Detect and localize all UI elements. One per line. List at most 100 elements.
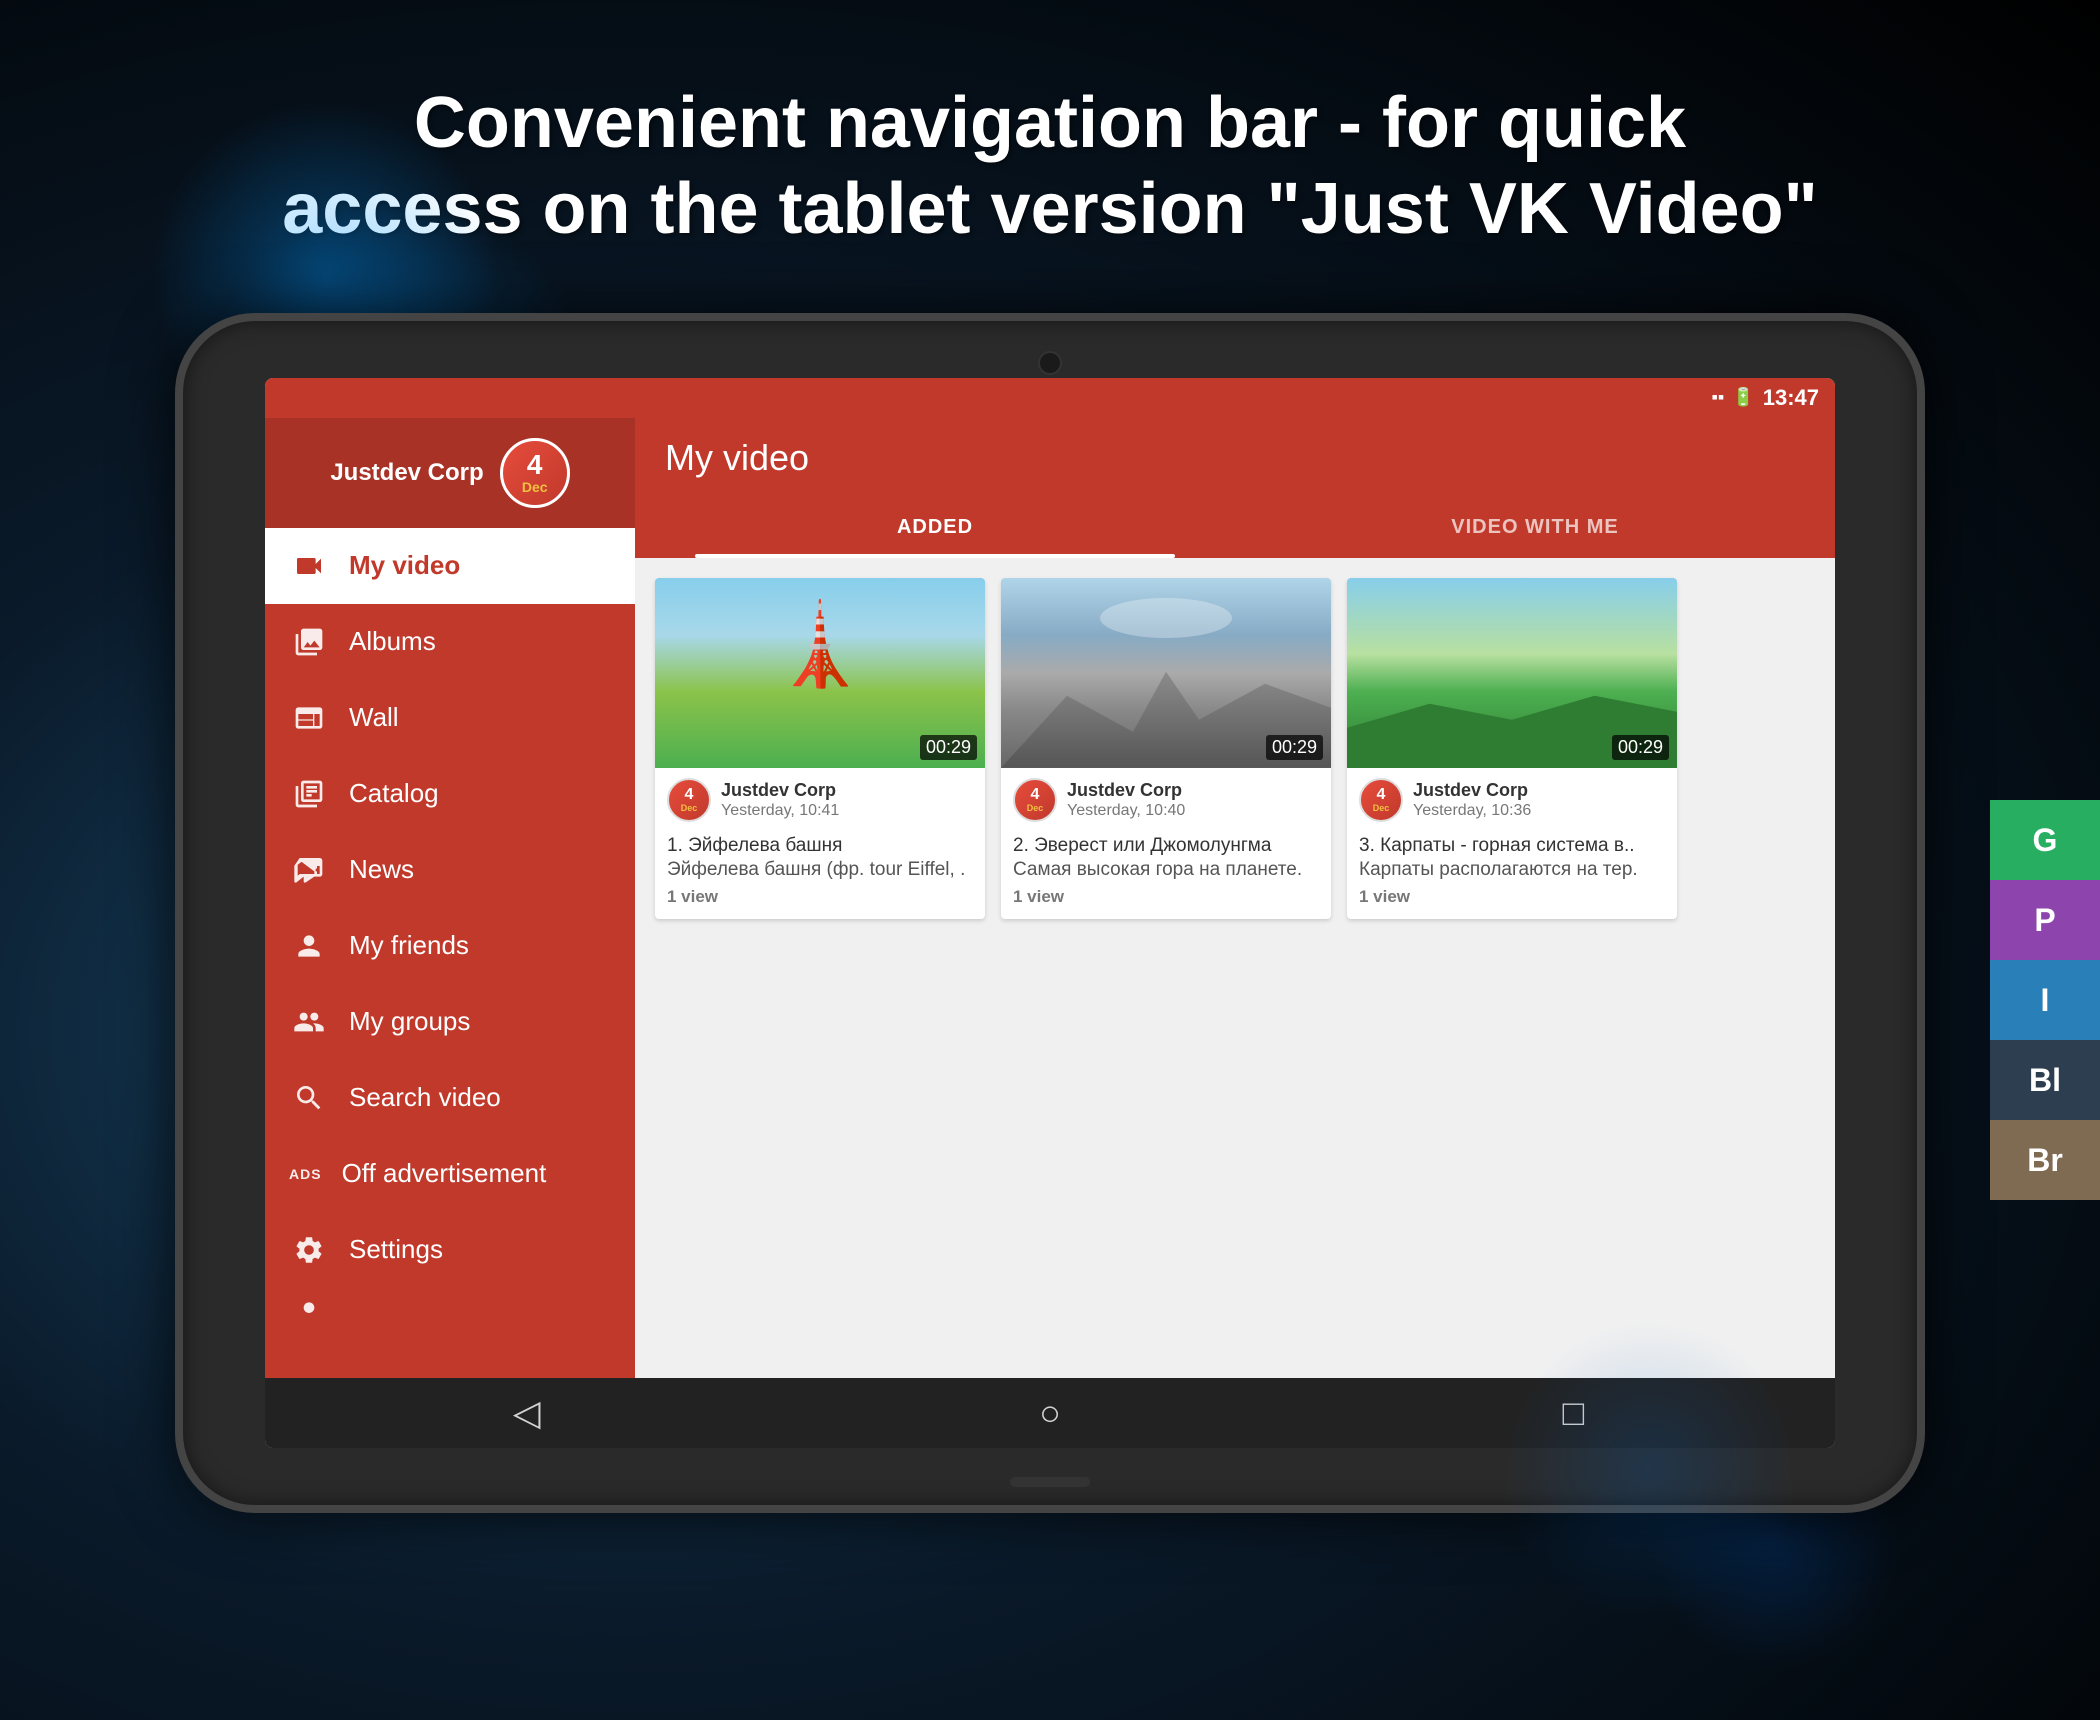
tab-video-with-me[interactable]: VIDEO WITH ME — [1235, 498, 1835, 558]
sidebar-item-label-off-advertisement: Off advertisement — [342, 1158, 547, 1189]
sidebar-item-extra[interactable] — [265, 1288, 635, 1338]
video-card-3[interactable]: 00:29 4 Dec Justdev Corp Yesterday, 10:3… — [1347, 578, 1677, 919]
sidebar-item-catalog[interactable]: Catalog — [265, 756, 635, 832]
signal-icon: ▪▪ — [1712, 387, 1725, 408]
channel-avatar-1: 4 Dec — [667, 778, 711, 822]
video-card-header-1: 4 Dec Justdev Corp Yesterday, 10:41 — [655, 768, 985, 828]
status-bar: ▪▪ 🔋 13:47 — [265, 378, 1835, 418]
video-duration-1: 00:29 — [920, 735, 977, 760]
video-info-3: 3. Карпаты - горная система в..Карпаты р… — [1347, 828, 1677, 919]
swatch-p[interactable]: P — [1990, 880, 2100, 960]
battery-icon: 🔋 — [1732, 387, 1754, 408]
video-card-2[interactable]: 00:29 4 Dec Justdev Corp Yesterday, 10:4… — [1001, 578, 1331, 919]
sidebar-item-label-wall: Wall — [349, 702, 399, 733]
sidebar-item-label-groups: My groups — [349, 1006, 470, 1037]
sidebar-item-label-catalog: Catalog — [349, 778, 439, 809]
headline-line1: Convenient navigation bar - for quick — [414, 83, 1686, 163]
swatch-br[interactable]: Br — [1990, 1120, 2100, 1200]
search-icon — [289, 1078, 329, 1118]
video-card-header-3: 4 Dec Justdev Corp Yesterday, 10:36 — [1347, 768, 1677, 828]
sidebar-item-label-settings: Settings — [349, 1234, 443, 1265]
video-thumbnail-3: 00:29 — [1347, 578, 1677, 768]
channel-info-1: Justdev Corp Yesterday, 10:41 — [721, 780, 973, 820]
headline: Convenient navigation bar - for quick ac… — [282, 80, 1817, 253]
video-info-1: 1. Эйфелева башняЭйфелева башня (фр. tou… — [655, 828, 985, 919]
channel-avatar-3: 4 Dec — [1359, 778, 1403, 822]
user-name: Justdev Corp — [330, 459, 483, 487]
groups-icon — [289, 1002, 329, 1042]
recent-button[interactable]: □ — [1533, 1373, 1613, 1448]
color-swatches: G P I Bl Br — [1990, 800, 2100, 1200]
swatch-p-label: P — [2034, 902, 2055, 939]
video-thumbnail-2: 00:29 — [1001, 578, 1331, 768]
avatar: 4 Dec — [500, 438, 570, 508]
video-icon — [289, 546, 329, 586]
video-title-2: 2. Эверест или ДжомолунгмаСамая высокая … — [1013, 834, 1319, 883]
video-title-3: 3. Карпаты - горная система в..Карпаты р… — [1359, 834, 1665, 883]
main-area: Justdev Corp 4 Dec My video — [265, 418, 1835, 1378]
sidebar-item-search-video[interactable]: Search video — [265, 1060, 635, 1136]
video-time-2: Yesterday, 10:40 — [1067, 802, 1319, 820]
video-thumbnail-1: 00:29 — [655, 578, 985, 768]
sidebar-item-label-news: News — [349, 854, 414, 885]
video-views-1: 1 view — [667, 887, 973, 907]
avatar-number: 4 — [527, 451, 543, 479]
sidebar: Justdev Corp 4 Dec My video — [265, 418, 635, 1378]
video-duration-2: 00:29 — [1266, 735, 1323, 760]
swatch-bl[interactable]: Bl — [1990, 1040, 2100, 1120]
tablet-frame: ▪▪ 🔋 13:47 Justdev Corp 4 Dec — [175, 313, 1925, 1513]
status-time: 13:47 — [1763, 385, 1819, 411]
settings-icon — [289, 1230, 329, 1270]
sidebar-item-label-my-video: My video — [349, 550, 460, 581]
video-duration-3: 00:29 — [1612, 735, 1669, 760]
extra-icon — [289, 1293, 329, 1333]
video-views-3: 1 view — [1359, 887, 1665, 907]
tab-added-label: ADDED — [897, 516, 973, 539]
video-info-2: 2. Эверест или ДжомолунгмаСамая высокая … — [1001, 828, 1331, 919]
recent-icon: □ — [1562, 1392, 1584, 1434]
avatar-text: Dec — [522, 479, 548, 495]
news-icon — [289, 850, 329, 890]
content-area: My video ADDED VIDEO WITH ME — [635, 418, 1835, 1378]
channel-info-2: Justdev Corp Yesterday, 10:40 — [1067, 780, 1319, 820]
tabs-bar: ADDED VIDEO WITH ME — [635, 498, 1835, 558]
headline-line2: access on the tablet version "Just VK Vi… — [282, 169, 1817, 249]
channel-name-2: Justdev Corp — [1067, 780, 1319, 802]
video-card-header-2: 4 Dec Justdev Corp Yesterday, 10:40 — [1001, 768, 1331, 828]
sidebar-item-label-search-video: Search video — [349, 1082, 501, 1113]
sidebar-item-label-friends: My friends — [349, 930, 469, 961]
user-profile[interactable]: Justdev Corp 4 Dec — [265, 418, 635, 528]
sidebar-item-my-video[interactable]: My video — [265, 528, 635, 604]
catalog-icon — [289, 774, 329, 814]
video-title-1: 1. Эйфелева башняЭйфелева башня (фр. tou… — [667, 834, 973, 883]
sidebar-item-wall[interactable]: Wall — [265, 680, 635, 756]
channel-name-1: Justdev Corp — [721, 780, 973, 802]
sidebar-item-off-advertisement[interactable]: ADS Off advertisement — [265, 1136, 635, 1212]
sidebar-item-settings[interactable]: Settings — [265, 1212, 635, 1288]
tab-video-with-me-label: VIDEO WITH ME — [1451, 516, 1618, 539]
back-button[interactable]: ◁ — [487, 1373, 567, 1448]
screen: ▪▪ 🔋 13:47 Justdev Corp 4 Dec — [265, 378, 1835, 1448]
sidebar-item-albums[interactable]: Albums — [265, 604, 635, 680]
tab-added[interactable]: ADDED — [635, 498, 1235, 558]
swatch-i[interactable]: I — [1990, 960, 2100, 1040]
back-icon: ◁ — [513, 1392, 541, 1434]
video-time-1: Yesterday, 10:41 — [721, 802, 973, 820]
channel-name-3: Justdev Corp — [1413, 780, 1665, 802]
swatch-i-label: I — [2041, 982, 2050, 1019]
swatch-g-label: G — [2033, 822, 2058, 859]
sidebar-item-my-friends[interactable]: My friends — [265, 908, 635, 984]
sidebar-item-my-groups[interactable]: My groups — [265, 984, 635, 1060]
swatch-g[interactable]: G — [1990, 800, 2100, 880]
sidebar-item-label-albums: Albums — [349, 626, 436, 657]
status-bar-icons: ▪▪ 🔋 13:47 — [1712, 385, 1819, 411]
friends-icon — [289, 926, 329, 966]
nav-items: My video Albums Wall — [265, 528, 635, 1378]
home-button[interactable]: ○ — [1010, 1373, 1090, 1448]
sidebar-item-news[interactable]: News — [265, 832, 635, 908]
swatch-br-label: Br — [2027, 1142, 2063, 1179]
home-icon: ○ — [1039, 1392, 1061, 1434]
content-header: My video — [635, 418, 1835, 498]
channel-info-3: Justdev Corp Yesterday, 10:36 — [1413, 780, 1665, 820]
video-card-1[interactable]: 00:29 4 Dec Justdev Corp Yesterday, 10:4… — [655, 578, 985, 919]
